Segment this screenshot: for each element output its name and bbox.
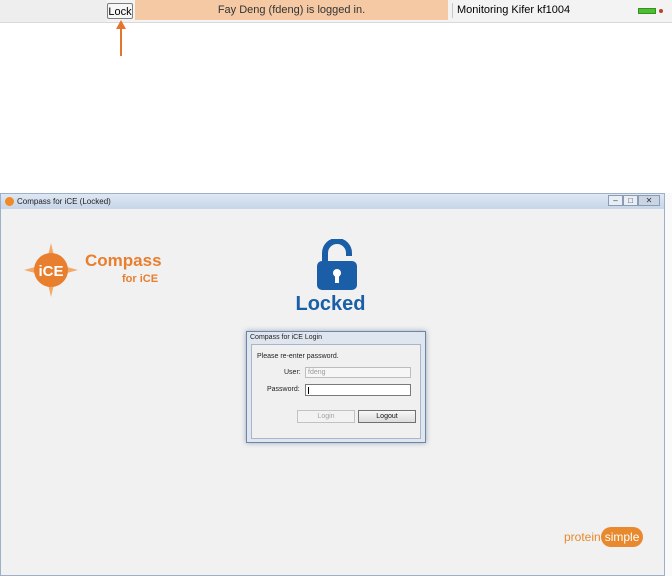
password-label: Password: [267, 386, 300, 393]
monitoring-status: Monitoring Kifer kf1004 [457, 4, 571, 16]
user-field: fdeng [305, 367, 411, 378]
app-window: Compass for iCE (Locked) – □ ✕ iCE Compa… [0, 193, 665, 576]
user-label: User: [284, 369, 301, 376]
logout-button[interactable]: Logout [358, 410, 416, 423]
minimize-button[interactable]: – [608, 195, 623, 206]
page-edge [665, 193, 672, 576]
connection-indicator-icon [638, 8, 656, 14]
app-icon [5, 197, 14, 206]
lock-button[interactable]: Lock [107, 3, 133, 19]
login-status-message: Fay Deng (fdeng) is logged in. [135, 0, 448, 20]
brand-text-protein: protein [564, 530, 601, 544]
status-dot-icon [659, 9, 663, 13]
window-titlebar: Compass for iCE (Locked) – □ ✕ [1, 194, 664, 210]
password-field[interactable] [305, 384, 411, 396]
reenter-password-prompt: Please re-enter password. [257, 353, 339, 360]
close-button[interactable]: ✕ [638, 195, 660, 206]
maximize-button[interactable]: □ [623, 195, 638, 206]
window-title: Compass for iCE (Locked) [17, 197, 111, 206]
product-subtitle: for iCE [122, 273, 159, 285]
compass-logo-icon: iCE [24, 243, 78, 297]
annotation-arrow [120, 26, 122, 56]
status-bar: Lock Fay Deng (fdeng) is logged in. Moni… [0, 0, 672, 23]
logo-mark-text: iCE [38, 263, 63, 280]
locked-heading: Locked [1, 293, 666, 316]
proteinsimple-logo: protein simple [564, 527, 644, 549]
padlock-icon [317, 239, 357, 290]
locked-heading-text: Locked [295, 293, 366, 315]
login-button[interactable]: Login [297, 410, 355, 423]
lock-screen: iCE Compass for iCE Locked Compass for i… [1, 209, 664, 575]
text-caret [308, 387, 309, 394]
status-bar-left-area [0, 0, 107, 22]
login-dialog-title: Compass for iCE Login [250, 334, 322, 341]
status-divider [452, 3, 453, 18]
product-name: Compass [85, 251, 162, 270]
login-dialog: Compass for iCE Login Please re-enter pa… [246, 331, 426, 443]
brand-text-simple: simple [600, 527, 644, 547]
login-dialog-body: Please re-enter password. User: fdeng Pa… [251, 344, 421, 439]
